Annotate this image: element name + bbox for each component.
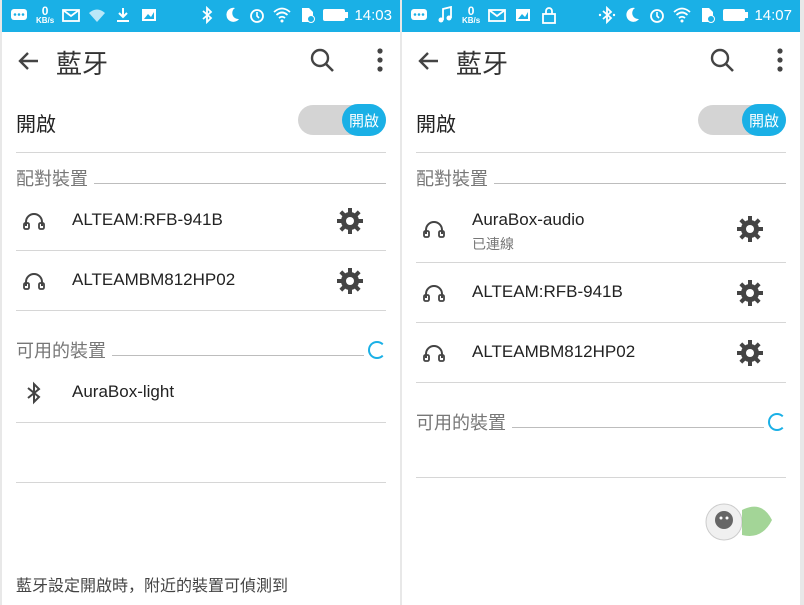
paired-device-item[interactable]: ALTEAM:RFB-941B [16, 191, 386, 251]
moon-icon [623, 5, 641, 25]
more-options-icon[interactable] [774, 46, 786, 74]
available-devices-header: 可用的裝置 [16, 325, 386, 363]
battery-icon [723, 9, 749, 21]
sim-off-icon [298, 5, 316, 25]
alarm-icon [648, 5, 666, 25]
sim-off-icon [698, 5, 716, 25]
screen-right: 0KB/s 14:07 藍牙 開啟 開啟 配對裝置 AuraBox-audio [402, 0, 800, 605]
wifi-icon [673, 5, 692, 25]
scanning-spinner-icon [368, 341, 386, 359]
visibility-note: 藍牙設定開啟時，附近的裝置可偵測到 [16, 578, 289, 595]
page-title: 藍牙 [56, 49, 109, 79]
music-note-icon [436, 5, 454, 25]
paired-devices-header: 配對裝置 [16, 153, 386, 191]
wifi-question-icon [88, 5, 106, 25]
section-label: 可用的裝置 [416, 409, 512, 435]
device-name: ALTEAMBM812HP02 [72, 270, 236, 289]
paired-device-item[interactable]: AuraBox-audio 已連線 [416, 195, 786, 263]
gallery-icon [140, 5, 158, 25]
paired-devices-header: 配對裝置 [416, 153, 786, 191]
paired-device-item[interactable]: ALTEAM:RFB-941B [416, 263, 786, 323]
more-options-icon[interactable] [374, 46, 386, 74]
watermark-logo-icon [705, 503, 772, 541]
gear-icon[interactable] [736, 279, 764, 307]
gear-icon[interactable] [336, 207, 364, 235]
gallery-icon [514, 5, 532, 25]
switch-knob: 開啟 [342, 104, 386, 136]
section-label: 配對裝置 [416, 165, 494, 191]
section-label: 配對裝置 [16, 165, 94, 191]
search-icon[interactable] [308, 46, 336, 74]
bluetooth-status-icon [198, 5, 216, 25]
status-bar: 0 KB/s 14:03 [2, 0, 400, 32]
switch-knob: 開啟 [742, 104, 786, 136]
page-title: 藍牙 [456, 49, 509, 79]
scanning-spinner-icon [768, 413, 786, 431]
moon-icon [223, 5, 241, 25]
device-name: AuraBox-light [72, 382, 175, 401]
alarm-icon [248, 5, 266, 25]
device-name: ALTEAM:RFB-941B [472, 282, 623, 301]
headset-icon [423, 221, 445, 238]
clock: 14:03 [354, 6, 392, 24]
status-bar: 0 KB/s 14:07 [402, 0, 800, 32]
app-bar: 藍牙 [2, 32, 400, 90]
headset-icon [423, 285, 445, 302]
available-devices-header: 可用的裝置 [416, 397, 786, 435]
device-name: AuraBox-audio [472, 210, 585, 229]
headset-icon [423, 345, 445, 362]
headset-icon [23, 273, 45, 290]
paired-device-item[interactable]: ALTEAMBM812HP02 [416, 323, 786, 383]
back-arrow-icon[interactable] [416, 48, 442, 74]
divider [16, 482, 386, 483]
network-speed: 0 KB/s [36, 4, 55, 25]
available-device-item[interactable]: AuraBox-light [16, 363, 386, 423]
divider [416, 477, 786, 478]
toggle-label: 開啟 [16, 114, 56, 136]
bluetooth-toggle-row: 開啟 開啟 [416, 90, 786, 153]
headset-icon [23, 213, 45, 230]
device-name: ALTEAM:RFB-941B [72, 210, 223, 229]
chat-icon [410, 5, 428, 25]
network-speed: 0 KB/s [462, 4, 481, 25]
battery-icon [323, 9, 349, 21]
clock: 14:07 [754, 6, 792, 24]
chat-icon [10, 5, 28, 25]
screen-left: 0 KB/s 14:03 藍牙 開啟 開啟 配對裝置 ALTEAM:RFB-94… [2, 0, 400, 605]
section-label: 可用的裝置 [16, 337, 112, 363]
lock-icon [540, 5, 558, 25]
connection-status: 已連線 [472, 236, 514, 252]
back-arrow-icon[interactable] [16, 48, 42, 74]
mail-icon [488, 5, 507, 25]
device-name: ALTEAMBM812HP02 [472, 342, 636, 361]
toggle-label: 開啟 [416, 114, 456, 136]
bluetooth-switch[interactable]: 開啟 [698, 104, 786, 136]
gear-icon[interactable] [736, 215, 764, 243]
app-bar: 藍牙 [402, 32, 800, 90]
wifi-icon [273, 5, 292, 25]
search-icon[interactable] [708, 46, 736, 74]
gear-icon[interactable] [336, 267, 364, 295]
download-icon [114, 5, 132, 25]
bluetooth-connected-icon [598, 5, 616, 25]
paired-device-item[interactable]: ALTEAMBM812HP02 [16, 251, 386, 311]
bluetooth-icon [27, 381, 41, 405]
gear-icon[interactable] [736, 339, 764, 367]
bluetooth-toggle-row: 開啟 開啟 [16, 90, 386, 153]
bluetooth-switch[interactable]: 開啟 [298, 104, 386, 136]
mail-icon [62, 5, 81, 25]
